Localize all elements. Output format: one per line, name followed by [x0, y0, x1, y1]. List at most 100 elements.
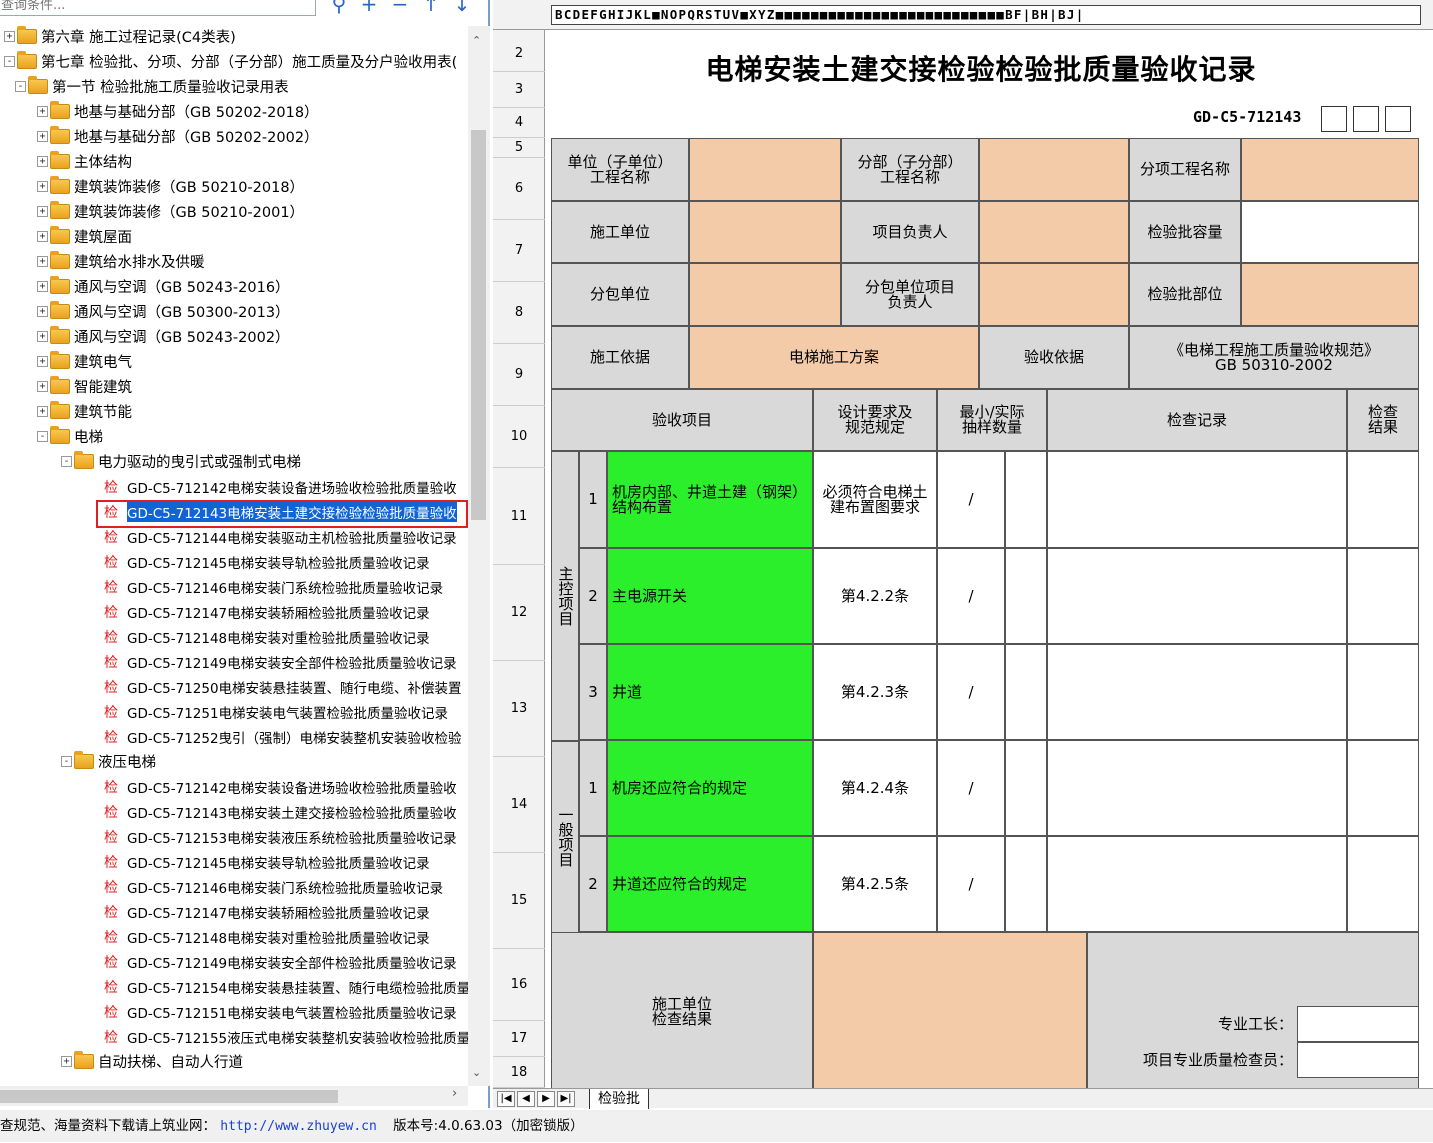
tree-folder-item[interactable]: - 液压电梯 [61, 749, 156, 774]
expand-icon[interactable]: + [37, 306, 48, 317]
row-number[interactable]: 4 [493, 108, 545, 138]
expand-icon[interactable]: + [37, 381, 48, 392]
item-sample-extra[interactable] [1005, 548, 1047, 644]
unit-name-field[interactable] [689, 138, 841, 201]
row-number[interactable]: 13 [493, 661, 545, 757]
item-sample[interactable]: / [937, 644, 1005, 740]
expand-icon[interactable]: + [37, 281, 48, 292]
tree-leaf-item[interactable]: 检 GD-C5-71250电梯安装悬挂装置、随行电缆、补偿装置 [104, 674, 462, 699]
sub-part-field[interactable] [979, 138, 1129, 201]
scroll-right-icon[interactable]: › [452, 1086, 457, 1101]
row-number[interactable]: 5 [493, 138, 545, 158]
row-number[interactable]: 11 [493, 468, 545, 565]
item-sample[interactable]: / [937, 836, 1005, 932]
expand-icon[interactable]: + [37, 206, 48, 217]
row-number[interactable]: 16 [493, 949, 545, 1021]
tree-leaf-item[interactable]: 检 GD-C5-712149电梯安装安全部件检验批质量验收记录 [104, 949, 457, 974]
code-box-2[interactable] [1353, 106, 1379, 132]
item-sample[interactable]: / [937, 548, 1005, 644]
item-result[interactable] [1347, 836, 1419, 932]
tree-folder-item[interactable]: + 通风与空调（GB 50243-2016） [37, 274, 290, 299]
expand-icon[interactable]: + [37, 131, 48, 142]
item-name[interactable]: 主电源开关 [607, 548, 813, 644]
tree-leaf-item[interactable]: 检 GD-C5-712148电梯安装对重检验批质量验收记录 [104, 624, 430, 649]
code-box-3[interactable] [1385, 106, 1411, 132]
foreman-field[interactable] [1297, 1006, 1419, 1042]
constructor-field[interactable] [689, 201, 841, 263]
row-number[interactable]: 9 [493, 344, 545, 406]
tree-leaf-item[interactable]: 检 GD-C5-712143电梯安装土建交接检验检验批质量验收 [104, 799, 457, 824]
tree-leaf-item[interactable]: 检 GD-C5-712153电梯安装液压系统检验批质量验收记录 [104, 824, 457, 849]
tree-leaf-item[interactable]: 检 GD-C5-712147电梯安装轿厢检验批质量验收记录 [104, 599, 430, 624]
website-link[interactable]: http://www.zhuyew.cn [220, 1119, 377, 1134]
tree-folder-item[interactable]: + 建筑装饰装修（GB 50210-2001） [37, 199, 304, 224]
collapse-icon[interactable]: - [4, 56, 15, 67]
expand-icon[interactable]: + [37, 231, 48, 242]
row-number[interactable]: 3 [493, 72, 545, 108]
tree-leaf-item[interactable]: 检 GD-C5-71251电梯安装电气装置检验批质量验收记录 [104, 699, 448, 724]
row-number[interactable]: 14 [493, 757, 545, 853]
expand-icon[interactable]: + [37, 181, 48, 192]
row-number[interactable]: 8 [493, 282, 545, 344]
search-input[interactable] [0, 0, 316, 16]
tree-folder-item[interactable]: + 通风与空调（GB 50243-2002） [37, 324, 290, 349]
item-name[interactable]: 井道还应符合的规定 [607, 836, 813, 932]
item-sample[interactable]: / [937, 451, 1005, 548]
tree-folder-item[interactable]: + 主体结构 [37, 149, 132, 174]
check-result-field[interactable] [813, 932, 1087, 1092]
item-record[interactable] [1047, 644, 1347, 740]
basis-value[interactable]: 电梯施工方案 [689, 326, 979, 389]
tree-folder-item[interactable]: - 电梯 [37, 424, 103, 449]
item-result[interactable] [1347, 740, 1419, 836]
search-icon[interactable]: ⚲ [328, 0, 350, 16]
item-sample-extra[interactable] [1005, 740, 1047, 836]
tree-leaf-item[interactable]: 检 GD-C5-712151电梯安装电气装置检验批质量验收记录 [104, 999, 457, 1024]
tree-folder-item[interactable]: - 第一节 检验批施工质量验收记录用表 [15, 74, 289, 99]
tree-leaf-item[interactable]: 检 GD-C5-712154电梯安装悬挂装置、随行电缆检验批质量 [104, 974, 468, 999]
sub-leader-field[interactable] [979, 263, 1129, 326]
expand-icon[interactable]: + [61, 1056, 72, 1067]
item-name[interactable]: 机房内部、井道土建（钢架）结构布置 [607, 451, 813, 548]
tree-folder-item[interactable]: + 建筑装饰装修（GB 50210-2018） [37, 174, 304, 199]
expand-icon[interactable]: + [37, 331, 48, 342]
collapse-icon[interactable]: - [15, 81, 26, 92]
row-number[interactable]: 7 [493, 220, 545, 282]
item-record[interactable] [1047, 451, 1347, 548]
tree-folder-item[interactable]: + 智能建筑 [37, 374, 132, 399]
item-sample-extra[interactable] [1005, 836, 1047, 932]
row-number[interactable]: 15 [493, 853, 545, 949]
tree-leaf-item[interactable]: 检 GD-C5-712147电梯安装轿厢检验批质量验收记录 [104, 899, 430, 924]
tree-leaf-item[interactable]: 检 GD-C5-712149电梯安装安全部件检验批质量验收记录 [104, 649, 457, 674]
expand-icon[interactable]: + [37, 356, 48, 367]
next-sheet-icon[interactable]: ▶ [537, 1091, 555, 1107]
row-number[interactable]: 18 [493, 1057, 545, 1088]
tree-leaf-item[interactable]: 检 GD-C5-712146电梯安装门系统检验批质量验收记录 [104, 574, 443, 599]
subcontractor-field[interactable] [689, 263, 841, 326]
arrow-up-icon[interactable]: ↑ [420, 0, 442, 16]
tree-folder-item[interactable]: + 第六章 施工过程记录(C4类表) [4, 26, 236, 49]
tree-leaf-item[interactable]: 检 GD-C5-712148电梯安装对重检验批质量验收记录 [104, 924, 430, 949]
item-name-field[interactable] [1241, 138, 1419, 201]
last-sheet-icon[interactable]: ▶| [557, 1091, 575, 1107]
tree-folder-item[interactable]: - 电力驱动的曳引式或强制式电梯 [61, 449, 301, 474]
row-number[interactable]: 12 [493, 565, 545, 661]
expand-icon[interactable]: + [37, 106, 48, 117]
minus-icon[interactable]: − [389, 0, 411, 16]
tree-folder-item[interactable]: + 地基与基础分部（GB 50202-2002） [37, 124, 319, 149]
tree-leaf-item[interactable]: 检 GD-C5-71252曳引（强制）电梯安装整机安装验收检验 [104, 724, 462, 749]
project-leader-field[interactable] [979, 201, 1129, 263]
tree-folder-item[interactable]: + 通风与空调（GB 50300-2013） [37, 299, 290, 324]
prev-sheet-icon[interactable]: ◀ [517, 1091, 535, 1107]
tree-folder-item[interactable]: - 第七章 检验批、分项、分部（子分部）施工质量及分户验收用表( [4, 49, 457, 74]
row-number[interactable]: 17 [493, 1021, 545, 1057]
item-result[interactable] [1347, 548, 1419, 644]
item-name[interactable]: 机房还应符合的规定 [607, 740, 813, 836]
inspector-field[interactable] [1297, 1042, 1419, 1078]
scroll-down-icon[interactable]: ⌄ [472, 1066, 481, 1079]
tree-folder-item[interactable]: + 自动扶梯、自动人行道 [61, 1049, 243, 1074]
tree-folder-item[interactable]: + 建筑电气 [37, 349, 132, 374]
item-sample[interactable]: / [937, 740, 1005, 836]
item-result[interactable] [1347, 644, 1419, 740]
expand-icon[interactable]: + [37, 256, 48, 267]
item-record[interactable] [1047, 836, 1347, 932]
